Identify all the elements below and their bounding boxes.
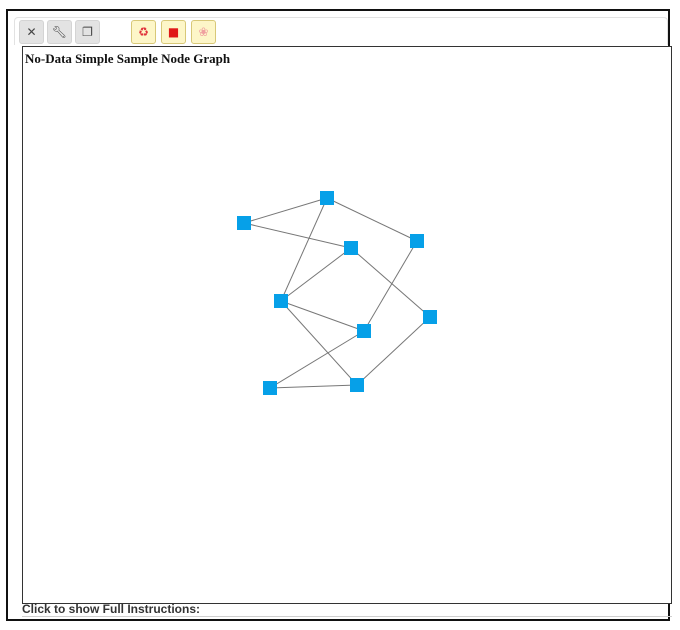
- graph-node[interactable]: [263, 381, 277, 395]
- copy-button[interactable]: ❐: [75, 20, 100, 44]
- flower-icon: ❀: [198, 25, 209, 39]
- graph-node[interactable]: [423, 310, 437, 324]
- graph-edge: [243, 197, 328, 224]
- stop-icon: ■: [167, 25, 180, 39]
- graph-node[interactable]: [320, 191, 334, 205]
- nodes-layer: [237, 191, 437, 395]
- graph-node[interactable]: [357, 324, 371, 338]
- graph-node[interactable]: [350, 378, 364, 392]
- graph-panel[interactable]: No-Data Simple Sample Node Graph: [22, 46, 672, 604]
- wrench-icon: 🔧︎: [51, 25, 68, 39]
- graph-edge: [326, 197, 418, 242]
- toolbar: ✕ 🔧︎ ❐ ♻ ■ ❀: [14, 17, 668, 45]
- graph-edge: [269, 330, 365, 389]
- close-button[interactable]: ✕: [19, 20, 44, 44]
- flower-button[interactable]: ❀: [191, 20, 216, 44]
- show-instructions-link[interactable]: Click to show Full Instructions:: [22, 602, 200, 616]
- edges-layer: [243, 197, 431, 389]
- graph-edge: [280, 247, 352, 302]
- graph-edge: [363, 240, 418, 332]
- graph-edge: [280, 300, 365, 332]
- node-graph-canvas[interactable]: [23, 47, 671, 603]
- stop-button[interactable]: ■: [161, 20, 186, 44]
- graph-node[interactable]: [410, 234, 424, 248]
- graph-edge: [280, 197, 328, 302]
- close-icon: ✕: [26, 25, 37, 39]
- copy-icon: ❐: [82, 25, 93, 39]
- graph-node[interactable]: [344, 241, 358, 255]
- recycle-icon: ♻: [138, 25, 149, 39]
- graph-edge: [269, 384, 358, 389]
- graph-edge: [243, 222, 352, 249]
- graph-node[interactable]: [237, 216, 251, 230]
- settings-button[interactable]: 🔧︎: [47, 20, 72, 44]
- recycle-button[interactable]: ♻: [131, 20, 156, 44]
- graph-node[interactable]: [274, 294, 288, 308]
- graph-edge: [350, 247, 431, 318]
- divider: [22, 616, 672, 617]
- graph-edge: [280, 300, 358, 386]
